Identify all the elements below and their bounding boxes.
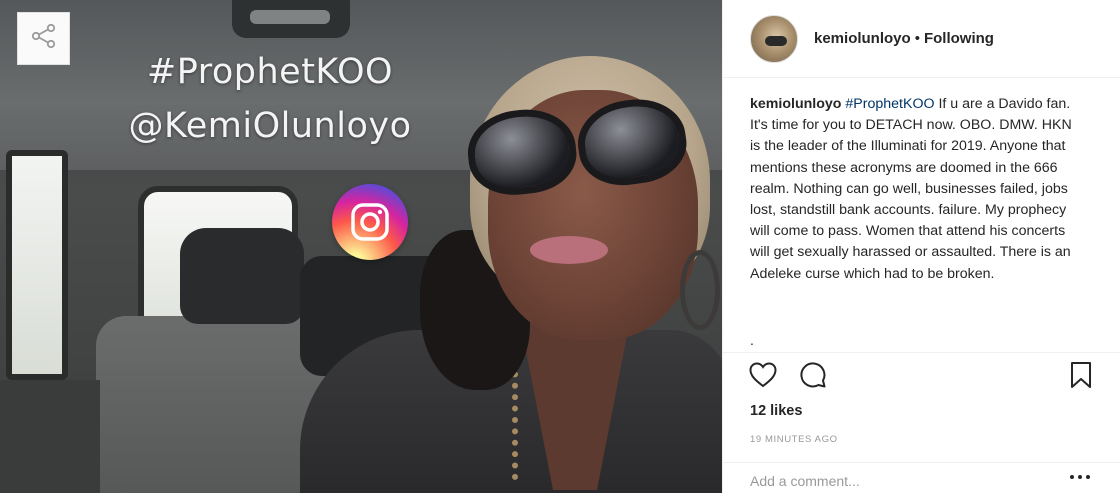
caption-trailing: .	[750, 332, 754, 348]
dome-light	[232, 0, 350, 38]
bookmark-icon	[1069, 361, 1093, 394]
car-seat	[96, 316, 326, 493]
overlay-handle: @KemiOlunloyo	[128, 106, 412, 146]
following-button[interactable]: Following	[924, 30, 994, 47]
post-header: kemiolunloyo • Following	[723, 0, 1120, 78]
caption-hashtag[interactable]: #ProphetKOO	[845, 96, 934, 112]
likes-count[interactable]: 12 likes	[750, 403, 802, 419]
instagram-icon	[332, 184, 408, 260]
like-button[interactable]	[748, 361, 778, 393]
overlay-hashtag: #ProphetKOO	[146, 52, 394, 92]
heart-icon	[749, 361, 777, 393]
actions-divider	[723, 352, 1120, 353]
instagram-post: #ProphetKOO @KemiOlunloyo kemiolunloyo •…	[0, 0, 1120, 493]
car-window-left	[6, 150, 68, 380]
comment-input[interactable]	[750, 473, 1050, 489]
share-icon	[29, 21, 59, 56]
post-photo[interactable]: #ProphetKOO @KemiOlunloyo	[0, 0, 722, 493]
post-caption: kemiolunloyo #ProphetKOO If u are a Davi…	[750, 94, 1080, 285]
post-timestamp[interactable]: 19 MINUTES AGO	[750, 434, 838, 445]
header-separator: •	[914, 30, 920, 47]
earring	[680, 250, 720, 330]
caption-text: If u are a Davido fan. It's time for you…	[750, 96, 1072, 282]
save-button[interactable]	[1066, 361, 1096, 394]
necklace	[512, 360, 552, 480]
more-options-button[interactable]	[1065, 475, 1095, 489]
header-username[interactable]: kemiolunloyo	[814, 30, 911, 47]
caption-username[interactable]: kemiolunloyo	[750, 96, 841, 112]
comment-button[interactable]	[798, 361, 828, 394]
comment-icon	[799, 361, 827, 394]
car-headrest	[180, 228, 304, 324]
share-button[interactable]	[17, 12, 70, 65]
post-sidebar: kemiolunloyo • Following kemiolunloyo #P…	[722, 0, 1120, 493]
more-icon	[1070, 475, 1074, 479]
comment-bar	[723, 462, 1120, 493]
avatar[interactable]	[750, 14, 798, 63]
